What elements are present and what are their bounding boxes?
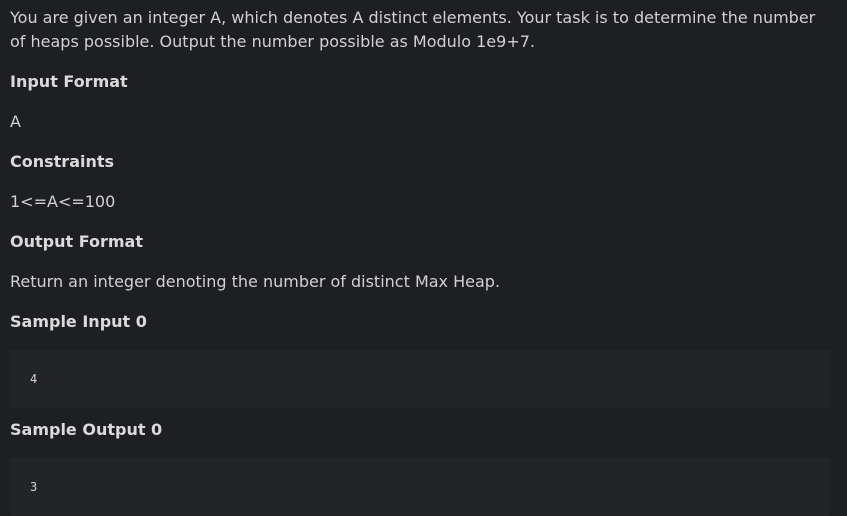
constraints-text: 1<=A<=100 [10, 192, 116, 211]
output-format-heading: Output Format [10, 232, 143, 251]
input-format-text: A [10, 112, 21, 131]
problem-statement: You are given an integer A, which denote… [0, 0, 847, 516]
constraints-heading: Constraints [10, 152, 115, 171]
problem-description: You are given an integer A, which denote… [10, 8, 816, 51]
output-format-text: Return an integer denoting the number of… [10, 272, 501, 291]
sample-output-codeblock[interactable]: 3 [10, 458, 830, 516]
sample-output-code: 3 [30, 480, 38, 494]
input-format-heading: Input Format [10, 72, 128, 91]
sample-input-code: 4 [30, 372, 38, 386]
sample-input-codeblock[interactable]: 4 [10, 350, 830, 408]
sample-output-heading: Sample Output 0 [10, 420, 163, 439]
sample-input-heading: Sample Input 0 [10, 312, 147, 331]
